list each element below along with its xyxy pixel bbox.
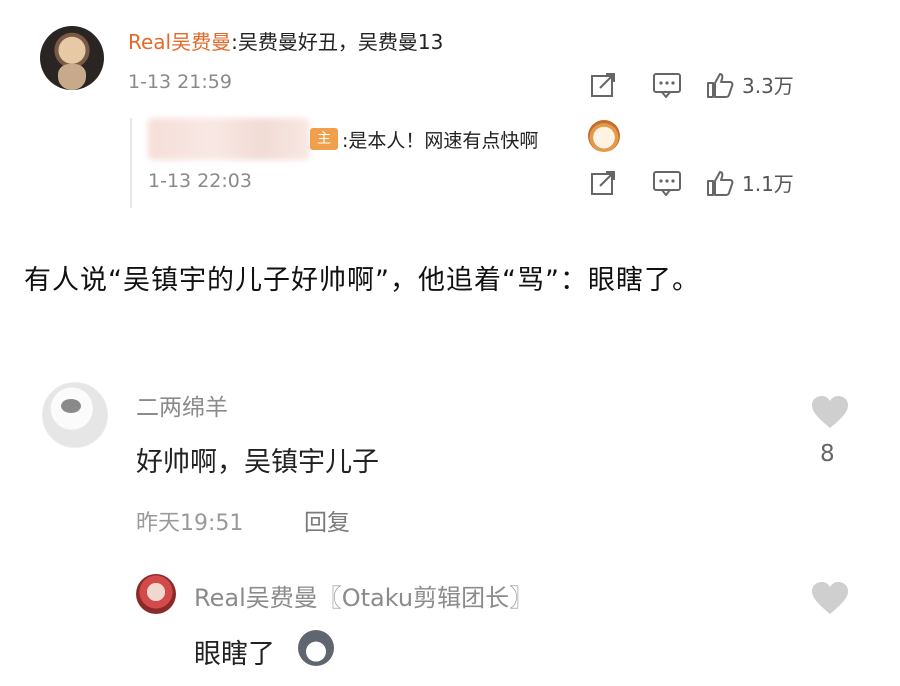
heart-like-button[interactable]	[810, 580, 850, 620]
comment-button[interactable]	[652, 170, 682, 196]
cat-emoji-icon	[588, 120, 620, 152]
heart-icon	[810, 582, 850, 620]
top-comment-line: Real吴费曼:吴费曼好丑，吴费曼13	[128, 26, 443, 55]
like-count: 3.3万	[742, 74, 794, 98]
share-icon	[590, 72, 618, 98]
commenter-username[interactable]: 二两绵羊	[136, 388, 228, 422]
like-button[interactable]: 3.3万	[706, 70, 794, 99]
thumbs-up-icon	[706, 71, 734, 99]
like-count: 1.1万	[742, 172, 794, 196]
comment-text: 好帅啊，吴镇宇儿子	[136, 447, 379, 478]
reply-thread-line	[130, 118, 132, 208]
thumbs-up-icon	[706, 169, 734, 197]
avatar-commenter[interactable]	[42, 382, 108, 448]
reply-text: 眼瞎了	[194, 639, 275, 670]
heart-like-button[interactable]	[810, 394, 850, 434]
comment-time: 昨天19:51	[136, 511, 244, 536]
like-button[interactable]: 1.1万	[706, 168, 794, 197]
heart-count: 8	[820, 441, 835, 467]
nested-reply-text: :是本人！网速有点快啊	[342, 130, 539, 152]
heart-icon	[810, 396, 850, 434]
comment-icon	[652, 170, 682, 196]
share-button[interactable]	[590, 170, 618, 196]
host-badge: 主	[310, 128, 338, 150]
husky-emoji-icon	[298, 630, 334, 666]
top-comment-text: :吴费曼好丑，吴费曼13	[231, 30, 444, 54]
share-icon	[590, 170, 618, 196]
caption-text: 有人说“吴镇宇的儿子好帅啊”，他追着“骂”：眼瞎了。	[24, 265, 700, 296]
share-button[interactable]	[590, 72, 618, 98]
reply-username[interactable]: Real吴费曼〖Otaku剪辑团长〗	[194, 578, 533, 613]
top-comment-username[interactable]: Real吴费曼	[128, 30, 231, 54]
comment-button[interactable]	[652, 72, 682, 98]
avatar-top-comment[interactable]	[40, 26, 104, 90]
nested-reply-time: 1-13 22:03	[148, 170, 252, 192]
top-comment-time: 1-13 21:59	[128, 71, 232, 93]
avatar-reply[interactable]	[136, 574, 176, 614]
comment-icon	[652, 72, 682, 98]
blurred-username	[148, 118, 310, 160]
reply-button[interactable]: 回复	[304, 503, 350, 537]
